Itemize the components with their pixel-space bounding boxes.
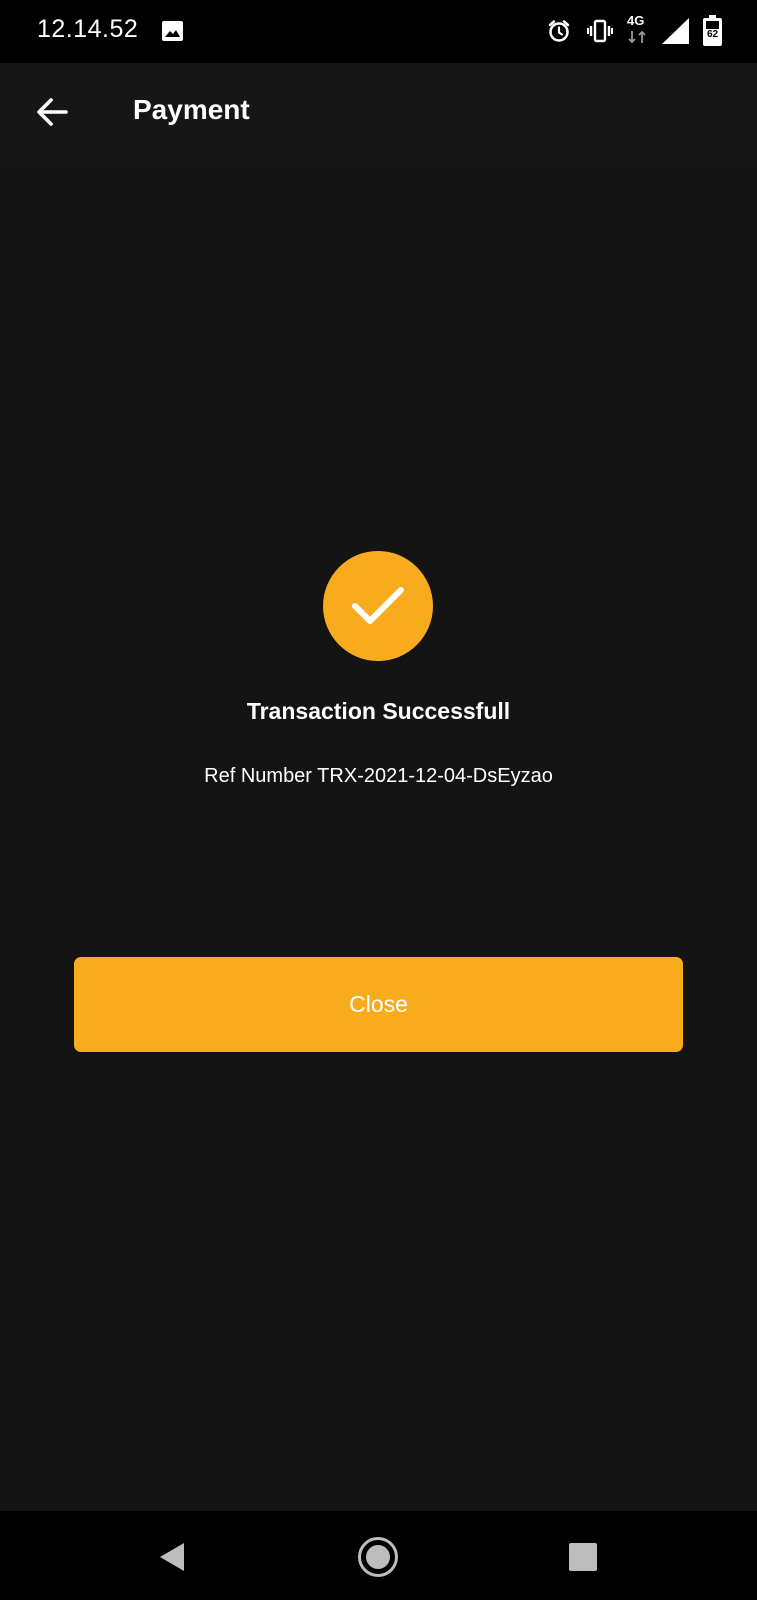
nav-recents-button[interactable] — [557, 1531, 609, 1583]
nav-home-button[interactable] — [352, 1531, 404, 1583]
success-badge — [323, 551, 433, 661]
recents-square-icon — [569, 1543, 597, 1571]
vibrate-icon — [587, 19, 613, 43]
alarm-icon — [547, 19, 571, 43]
system-nav-bar — [0, 1511, 757, 1600]
page-title: Payment — [133, 94, 250, 125]
check-icon — [350, 584, 406, 628]
back-triangle-icon — [158, 1542, 186, 1572]
status-bar: 12.14.52 4G 62 — [0, 0, 757, 63]
network-4g-label: 4G — [627, 13, 645, 28]
home-circle-icon — [357, 1536, 399, 1578]
image-icon — [162, 21, 183, 41]
status-time: 12.14.52 — [37, 15, 139, 43]
network-4g-icon — [627, 30, 649, 44]
arrow-left-icon — [36, 98, 68, 126]
app-bar: Payment — [0, 63, 757, 167]
success-title: Transaction Successfull — [246, 698, 511, 724]
battery-icon: 62 — [703, 15, 722, 46]
battery-level: 62 — [706, 29, 719, 40]
signal-icon — [662, 18, 690, 44]
close-button[interactable]: Close — [74, 957, 683, 1052]
back-button[interactable] — [28, 88, 76, 136]
ref-number-text: Ref Number TRX-2021-12-04-DsEyzao — [204, 765, 553, 787]
nav-back-button[interactable] — [146, 1531, 198, 1583]
